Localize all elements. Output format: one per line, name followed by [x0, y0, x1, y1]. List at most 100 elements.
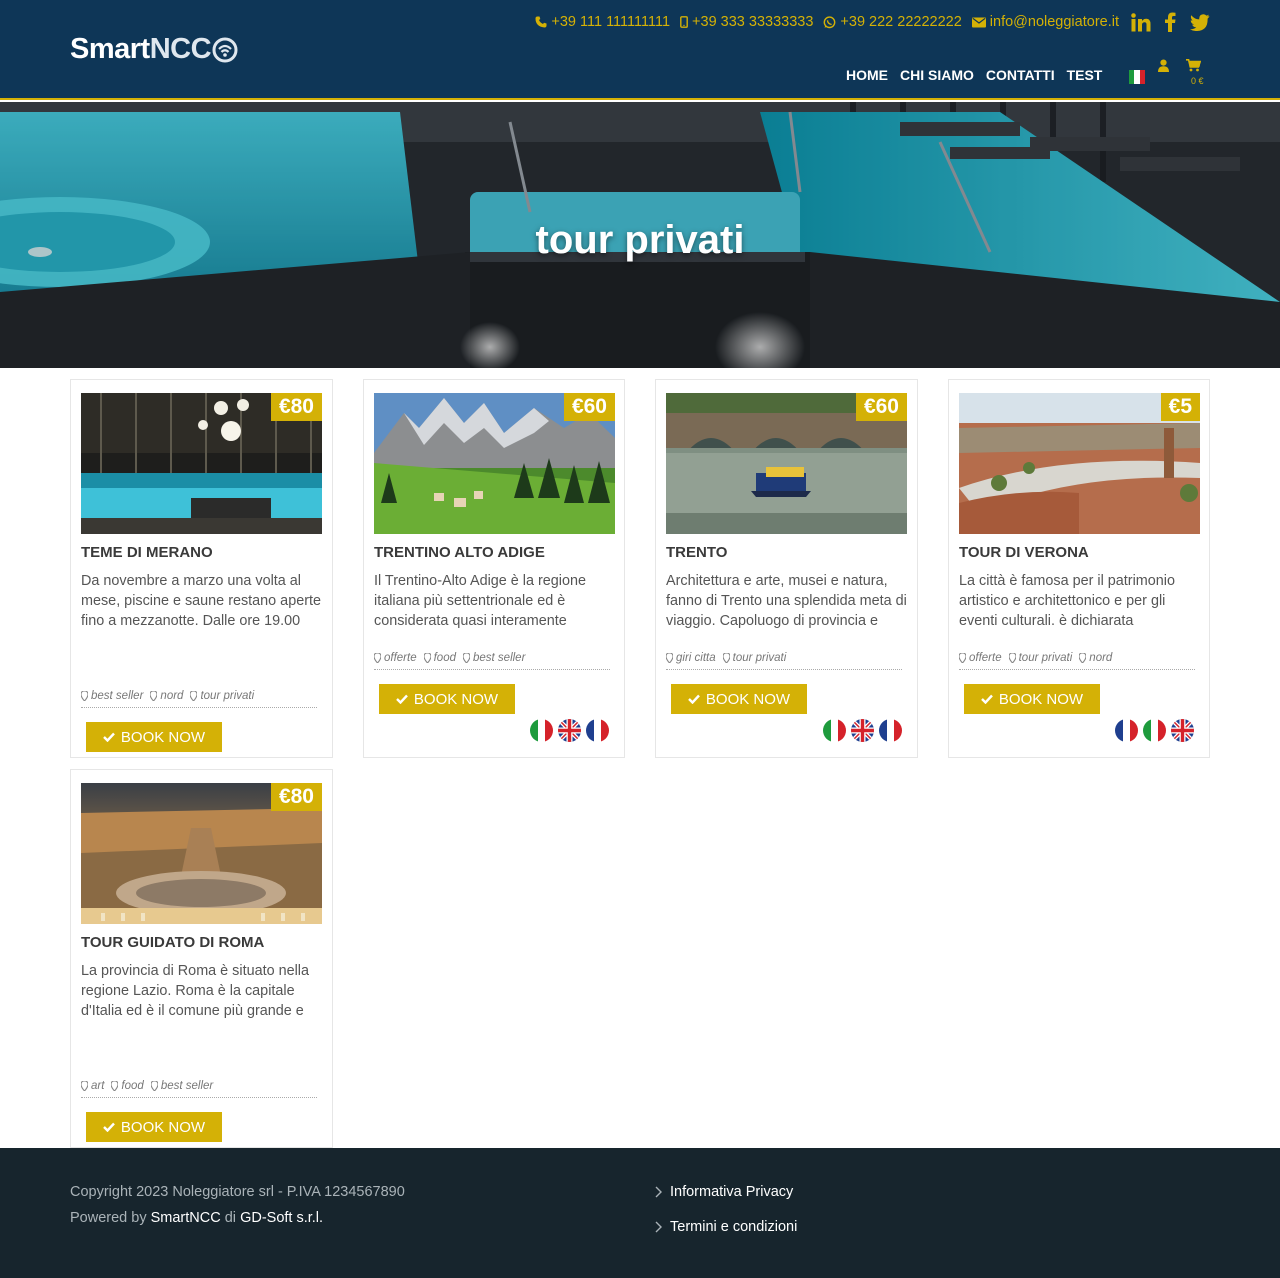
- check-icon: [103, 1122, 115, 1132]
- map-marker-icon: [374, 653, 381, 663]
- powered-by-company-link[interactable]: GD-Soft s.r.l.: [240, 1210, 323, 1226]
- tag[interactable]: best seller: [150, 1080, 213, 1092]
- tag-label: giri citta: [676, 652, 716, 664]
- tag[interactable]: food: [423, 652, 456, 664]
- social-links: [1131, 12, 1210, 32]
- mobile-number: +39 333 33333333: [692, 14, 814, 30]
- price-badge: €60: [855, 393, 907, 421]
- nav-contatti[interactable]: CONTATTI: [986, 67, 1055, 83]
- tag[interactable]: offerte: [374, 652, 417, 664]
- privacy-link[interactable]: Informativa Privacy: [655, 1179, 797, 1205]
- tour-card-merano[interactable]: €80 TEME DI MERANO Da novembre a marzo u…: [70, 379, 333, 758]
- tag-label: food: [121, 1080, 144, 1092]
- terms-link[interactable]: Termini e condizioni: [655, 1214, 797, 1240]
- book-now-button[interactable]: BOOK NOW: [379, 684, 515, 714]
- tour-image[interactable]: €5: [959, 393, 1200, 534]
- map-marker-icon: [81, 1081, 88, 1091]
- map-marker-icon: [666, 653, 673, 663]
- flag-italy-icon: [1143, 719, 1166, 742]
- nav-home[interactable]: HOME: [846, 67, 888, 83]
- site-logo[interactable]: Smart NCC: [70, 33, 238, 66]
- map-marker-icon: [463, 653, 470, 663]
- tour-image[interactable]: €60: [374, 393, 615, 534]
- user-icon[interactable]: [1158, 59, 1169, 72]
- book-now-label: BOOK NOW: [120, 728, 206, 746]
- tag[interactable]: best seller: [81, 690, 143, 702]
- mobile-contact[interactable]: +39 333 33333333: [680, 14, 813, 30]
- footer-copyright-block: Copyright 2023 Noleggiatore srl - P.IVA …: [70, 1179, 405, 1231]
- cart-total: 0 €: [1191, 76, 1204, 86]
- powered-by-line: Powered by SmartNCC di GD-Soft s.r.l.: [70, 1205, 405, 1231]
- linkedin-icon[interactable]: [1131, 12, 1151, 32]
- nav-test[interactable]: TEST: [1067, 67, 1103, 83]
- check-icon: [103, 732, 115, 742]
- tour-title[interactable]: TEME DI MERANO: [81, 544, 213, 561]
- logo-text-ncc: NCC: [149, 33, 212, 65]
- tag[interactable]: nord: [150, 690, 183, 702]
- tag[interactable]: giri citta: [666, 652, 716, 664]
- powered-by-prefix: Powered by: [70, 1210, 147, 1226]
- map-marker-icon: [111, 1081, 119, 1091]
- terms-link-label: Termini e condizioni: [670, 1219, 798, 1235]
- book-now-button[interactable]: BOOK NOW: [964, 684, 1100, 714]
- tour-card-trentino[interactable]: €60 TRENTINO ALTO ADIGE Il Trentino-Alto…: [363, 379, 625, 758]
- map-marker-icon: [150, 691, 158, 701]
- map-marker-icon: [423, 653, 431, 663]
- twitter-icon[interactable]: [1190, 13, 1210, 31]
- facebook-icon[interactable]: [1165, 12, 1176, 32]
- whatsapp-number: +39 222 22222222: [840, 14, 962, 30]
- tag[interactable]: best seller: [463, 652, 525, 664]
- tag[interactable]: tour privati: [722, 652, 786, 664]
- tour-description: Il Trentino-Alto Adige è la regione ital…: [374, 573, 586, 629]
- tour-image[interactable]: €80: [81, 783, 322, 924]
- price-badge: €80: [270, 393, 322, 421]
- tag[interactable]: nord: [1079, 652, 1112, 664]
- tour-title[interactable]: TRENTINO ALTO ADIGE: [374, 544, 545, 561]
- main-nav: HOME CHI SIAMO CONTATTI TEST: [846, 67, 1102, 83]
- tag-label: best seller: [91, 690, 144, 702]
- tour-title[interactable]: TOUR GUIDATO DI ROMA: [81, 934, 264, 951]
- tag[interactable]: art: [81, 1080, 104, 1092]
- phone-contact[interactable]: +39 111 111111111: [535, 14, 670, 30]
- check-icon: [688, 694, 700, 704]
- site-footer: Copyright 2023 Noleggiatore srl - P.IVA …: [0, 1148, 1280, 1278]
- flag-france-icon: [1115, 719, 1138, 742]
- tour-title[interactable]: TOUR DI VERONA: [959, 544, 1089, 561]
- book-now-button[interactable]: BOOK NOW: [86, 722, 222, 752]
- tag[interactable]: offerte: [959, 652, 1002, 664]
- tour-card-trento[interactable]: €60 TRENTO Architettura e arte, musei e …: [655, 379, 918, 758]
- tour-card-roma[interactable]: €80 TOUR GUIDATO DI ROMA La provincia di…: [70, 769, 333, 1148]
- price-badge: €60: [563, 393, 615, 421]
- whatsapp-contact[interactable]: +39 222 22222222: [823, 14, 962, 30]
- map-marker-icon: [81, 691, 88, 701]
- tour-image[interactable]: €80: [81, 393, 322, 534]
- tag-label: food: [433, 652, 456, 664]
- contact-bar: +39 111 111111111 +39 333 33333333 +39 2…: [535, 12, 1210, 32]
- tag-label: art: [91, 1080, 105, 1092]
- tour-card-verona[interactable]: €5 TOUR DI VERONA La città è famosa per …: [948, 379, 1210, 758]
- envelope-icon: [971, 17, 986, 27]
- cart-icon[interactable]: [1186, 59, 1201, 72]
- tag[interactable]: tour privati: [1008, 652, 1072, 664]
- nav-chi-siamo[interactable]: CHI SIAMO: [900, 67, 974, 83]
- tour-tags: offerte food best seller: [374, 652, 610, 670]
- language-flag-italy[interactable]: [1129, 70, 1145, 84]
- tag[interactable]: tour privati: [190, 690, 254, 702]
- map-marker-icon: [959, 653, 966, 663]
- tour-title[interactable]: TRENTO: [666, 544, 727, 561]
- chevron-right-icon: [655, 1186, 662, 1198]
- book-now-button[interactable]: BOOK NOW: [86, 1112, 222, 1142]
- copyright-text: Copyright 2023 Noleggiatore srl - P.IVA …: [70, 1184, 405, 1200]
- language-flags: [530, 719, 609, 742]
- tour-image[interactable]: €60: [666, 393, 907, 534]
- price-badge: €80: [270, 783, 322, 811]
- powered-by-brand-link[interactable]: SmartNCC: [151, 1210, 221, 1226]
- tag[interactable]: food: [111, 1080, 144, 1092]
- book-now-button[interactable]: BOOK NOW: [671, 684, 807, 714]
- tag-label: tour privati: [200, 690, 255, 702]
- flag-france-icon: [586, 719, 609, 742]
- book-now-label: BOOK NOW: [998, 690, 1084, 708]
- email-contact[interactable]: info@noleggiatore.it: [971, 14, 1119, 30]
- flag-uk-icon: [851, 719, 874, 742]
- tag-label: best seller: [473, 652, 526, 664]
